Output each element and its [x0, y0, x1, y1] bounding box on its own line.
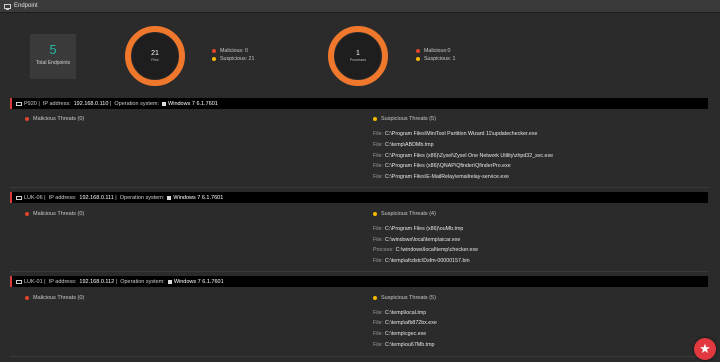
divider	[10, 271, 708, 272]
divider	[10, 356, 708, 357]
threat-item[interactable]: File: C:\temp\ABDMb.tmp	[373, 142, 434, 148]
monitor-icon	[16, 101, 22, 106]
windows-icon	[162, 101, 167, 106]
os-value: Windows 7 6.1.7601	[173, 194, 224, 201]
endpoint-name: P920	[24, 100, 37, 107]
summary-panel: 5 Total Endpoints 21 Files Malicious: 0 …	[0, 14, 720, 94]
suspicious-dot-icon	[416, 57, 420, 61]
threat-item[interactable]: File: C:\temp\local.tmp	[373, 310, 426, 316]
suspicious-threats-heading: Suspicious Threats (4)	[373, 211, 436, 217]
malicious-threats-heading: Malicious Threats (0)	[25, 295, 84, 301]
ip-label: IP address:	[42, 100, 71, 107]
malicious-threats-heading: Malicious Threats (0)	[25, 211, 84, 217]
files-malicious: Malicious: 0	[220, 48, 248, 54]
window-title: Endpoint	[14, 3, 38, 9]
malicious-dot-icon	[25, 117, 29, 121]
ip-label: IP address:	[48, 194, 77, 201]
suspicious-threats-heading: Suspicious Threats (5)	[373, 295, 436, 301]
suspicious-dot-icon	[373, 117, 377, 121]
total-endpoints-label: Total Endpoints	[35, 60, 71, 66]
os-label: Operation system:	[119, 194, 165, 201]
threat-item[interactable]: File: C:\temp\cgec.exe	[373, 331, 426, 337]
malicious-dot-icon	[25, 212, 29, 216]
threat-item[interactable]: File: C:\Program Files\E-MailRelay\emailr…	[373, 174, 509, 180]
processes-count: 1	[356, 50, 360, 57]
endpoint-header[interactable]: LUK-06 | IP address: 192.168.0.111 | Ope…	[10, 192, 708, 203]
threat-item[interactable]: File: C:\temp\afcdstc\Dsfm-00000157.bin	[373, 258, 470, 264]
ip-label: IP address:	[48, 278, 77, 285]
processes-label: Processes	[349, 58, 367, 62]
malicious-dot-icon	[212, 49, 216, 53]
total-endpoints-count: 5	[49, 42, 57, 57]
monitor-icon	[4, 3, 11, 10]
windows-icon	[167, 195, 172, 200]
os-label: Operation system:	[114, 100, 160, 107]
files-donut-chart[interactable]: 21 Files	[125, 26, 185, 86]
endpoint-header[interactable]: P920 | IP address: 192.168.0.110 | Opera…	[10, 98, 708, 109]
malicious-dot-icon	[416, 49, 420, 53]
os-value: Windows 7 6.1.7601	[168, 100, 218, 107]
windows-icon	[167, 279, 172, 284]
processes-legend: Malicious:0 Suspicious: 1	[416, 47, 456, 63]
os-value: Windows 7 6.1.7601	[173, 278, 224, 285]
files-suspicious: Suspicious: 21	[220, 56, 255, 62]
files-legend: Malicious: 0 Suspicious: 21	[212, 47, 254, 63]
endpoint-name: LUK-06	[24, 194, 43, 201]
malicious-dot-icon	[25, 296, 29, 300]
os-label: Operation system:	[120, 278, 165, 285]
suspicious-threats-heading: Suspicious Threats (5)	[373, 116, 436, 122]
malicious-threats-heading: Malicious Threats (0)	[25, 116, 84, 122]
threat-item[interactable]: File: C:\windows\local\temp\aicar.exe	[373, 237, 460, 243]
threat-item[interactable]: File: C:\Program Files\MiniTool Partition…	[373, 131, 537, 137]
star-icon: ★	[699, 341, 711, 356]
suspicious-dot-icon	[212, 57, 216, 61]
ip-address: 192.168.0.111	[79, 194, 114, 201]
files-count: 21	[151, 50, 159, 57]
threat-item[interactable]: Process: C:\windows\local\temp\checker.ex…	[373, 247, 478, 253]
processes-donut-chart[interactable]: 1 Processes	[328, 26, 388, 86]
threat-item[interactable]: File: C:\temp\afb872bx.exe	[373, 320, 437, 326]
total-endpoints-card[interactable]: 5 Total Endpoints	[30, 34, 76, 79]
favorite-button[interactable]: ★	[694, 338, 716, 360]
divider	[10, 187, 708, 188]
threat-item[interactable]: File: C:\Program Files (x86)\Zyxel\Zyxel …	[373, 153, 553, 159]
threat-item[interactable]: File: C:\Program Files (x86)\QNAP\Qfinder…	[373, 163, 511, 169]
threat-item[interactable]: File: C:\Program Files (x86)\ouMb.tmp	[373, 226, 463, 232]
processes-suspicious: Suspicious: 1	[424, 56, 456, 62]
ip-address: 192.168.0.110	[73, 100, 109, 107]
files-label: Files	[151, 58, 159, 62]
suspicious-dot-icon	[373, 212, 377, 216]
threat-item[interactable]: File: C:\temp\ou67Mb.tmp	[373, 342, 434, 348]
monitor-icon	[16, 195, 22, 200]
window-titlebar: Endpoint	[0, 0, 720, 13]
suspicious-dot-icon	[373, 296, 377, 300]
processes-malicious: Malicious:0	[424, 48, 451, 54]
endpoint-header[interactable]: LUK-01 | IP address: 192.168.0.112 | Ope…	[10, 276, 708, 287]
endpoint-name: LUK-01	[24, 278, 43, 285]
ip-address: 192.168.0.112	[79, 278, 115, 285]
monitor-icon	[16, 279, 22, 284]
